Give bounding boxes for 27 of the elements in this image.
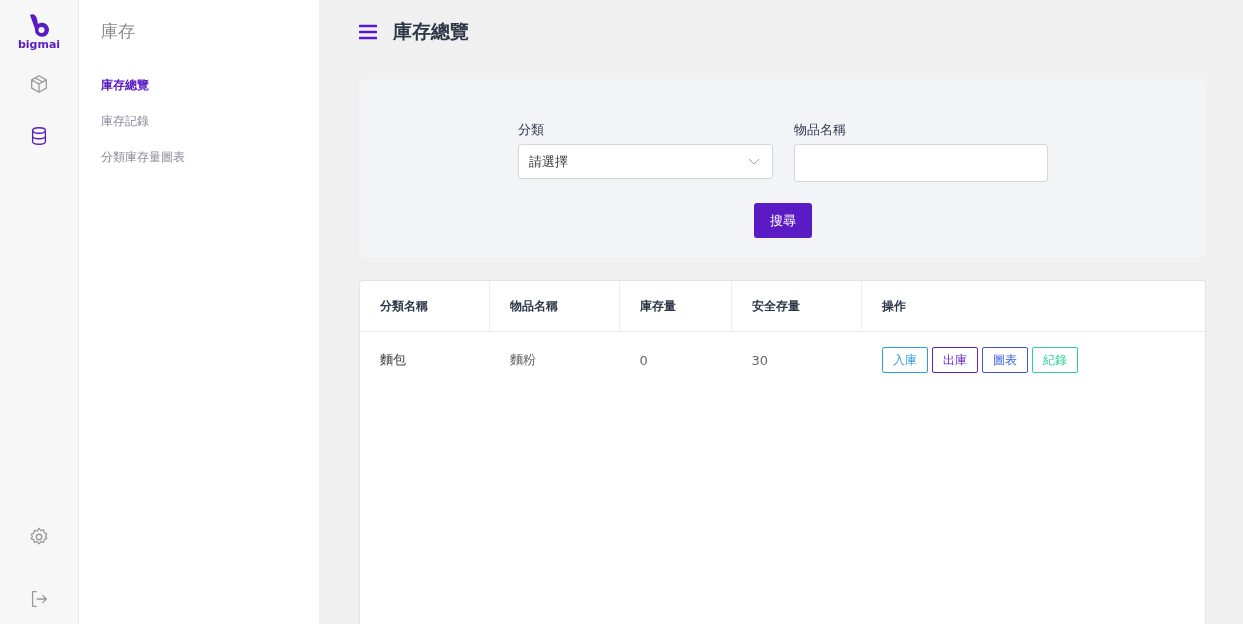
action-button[interactable]: 出庫 [931, 347, 978, 373]
page-title: 庫存總覽 [393, 19, 469, 44]
sidebar-item[interactable]: 分類庫存量圖表 [101, 149, 297, 166]
column-header: 庫存量 [619, 281, 732, 332]
input-field[interactable] [793, 144, 1048, 182]
sidebar-item[interactable]: 庫存記錄 [101, 113, 297, 130]
table-cell: 0 [619, 331, 732, 388]
sidebar-title: 庫存 [101, 20, 136, 43]
category-select[interactable]: 請選擇 [517, 144, 773, 179]
column-header: 分類名稱 [360, 281, 490, 332]
logo-icon [27, 12, 51, 40]
logo-text: bigmai [17, 38, 61, 51]
action-button[interactable]: 圖表 [981, 347, 1028, 373]
action-button[interactable]: 入庫 [881, 347, 928, 373]
chevron-down-icon [747, 157, 760, 166]
search-button[interactable]: 搜尋 [753, 203, 812, 238]
column-header: 安全存量 [731, 281, 862, 332]
box-icon[interactable] [28, 73, 50, 95]
column-header: 操作 [861, 281, 1205, 332]
sidebar-item[interactable]: 庫存總覽 [101, 77, 297, 94]
menu-icon[interactable] [359, 24, 377, 40]
field-label: 物品名稱 [793, 121, 847, 139]
table-cell: 30 [731, 331, 862, 388]
field-label: 分類 [517, 121, 545, 139]
table-cell: 麵粉 [489, 331, 620, 388]
column-header: 物品名稱 [489, 281, 620, 332]
table-cell: 麵包 [360, 331, 490, 388]
